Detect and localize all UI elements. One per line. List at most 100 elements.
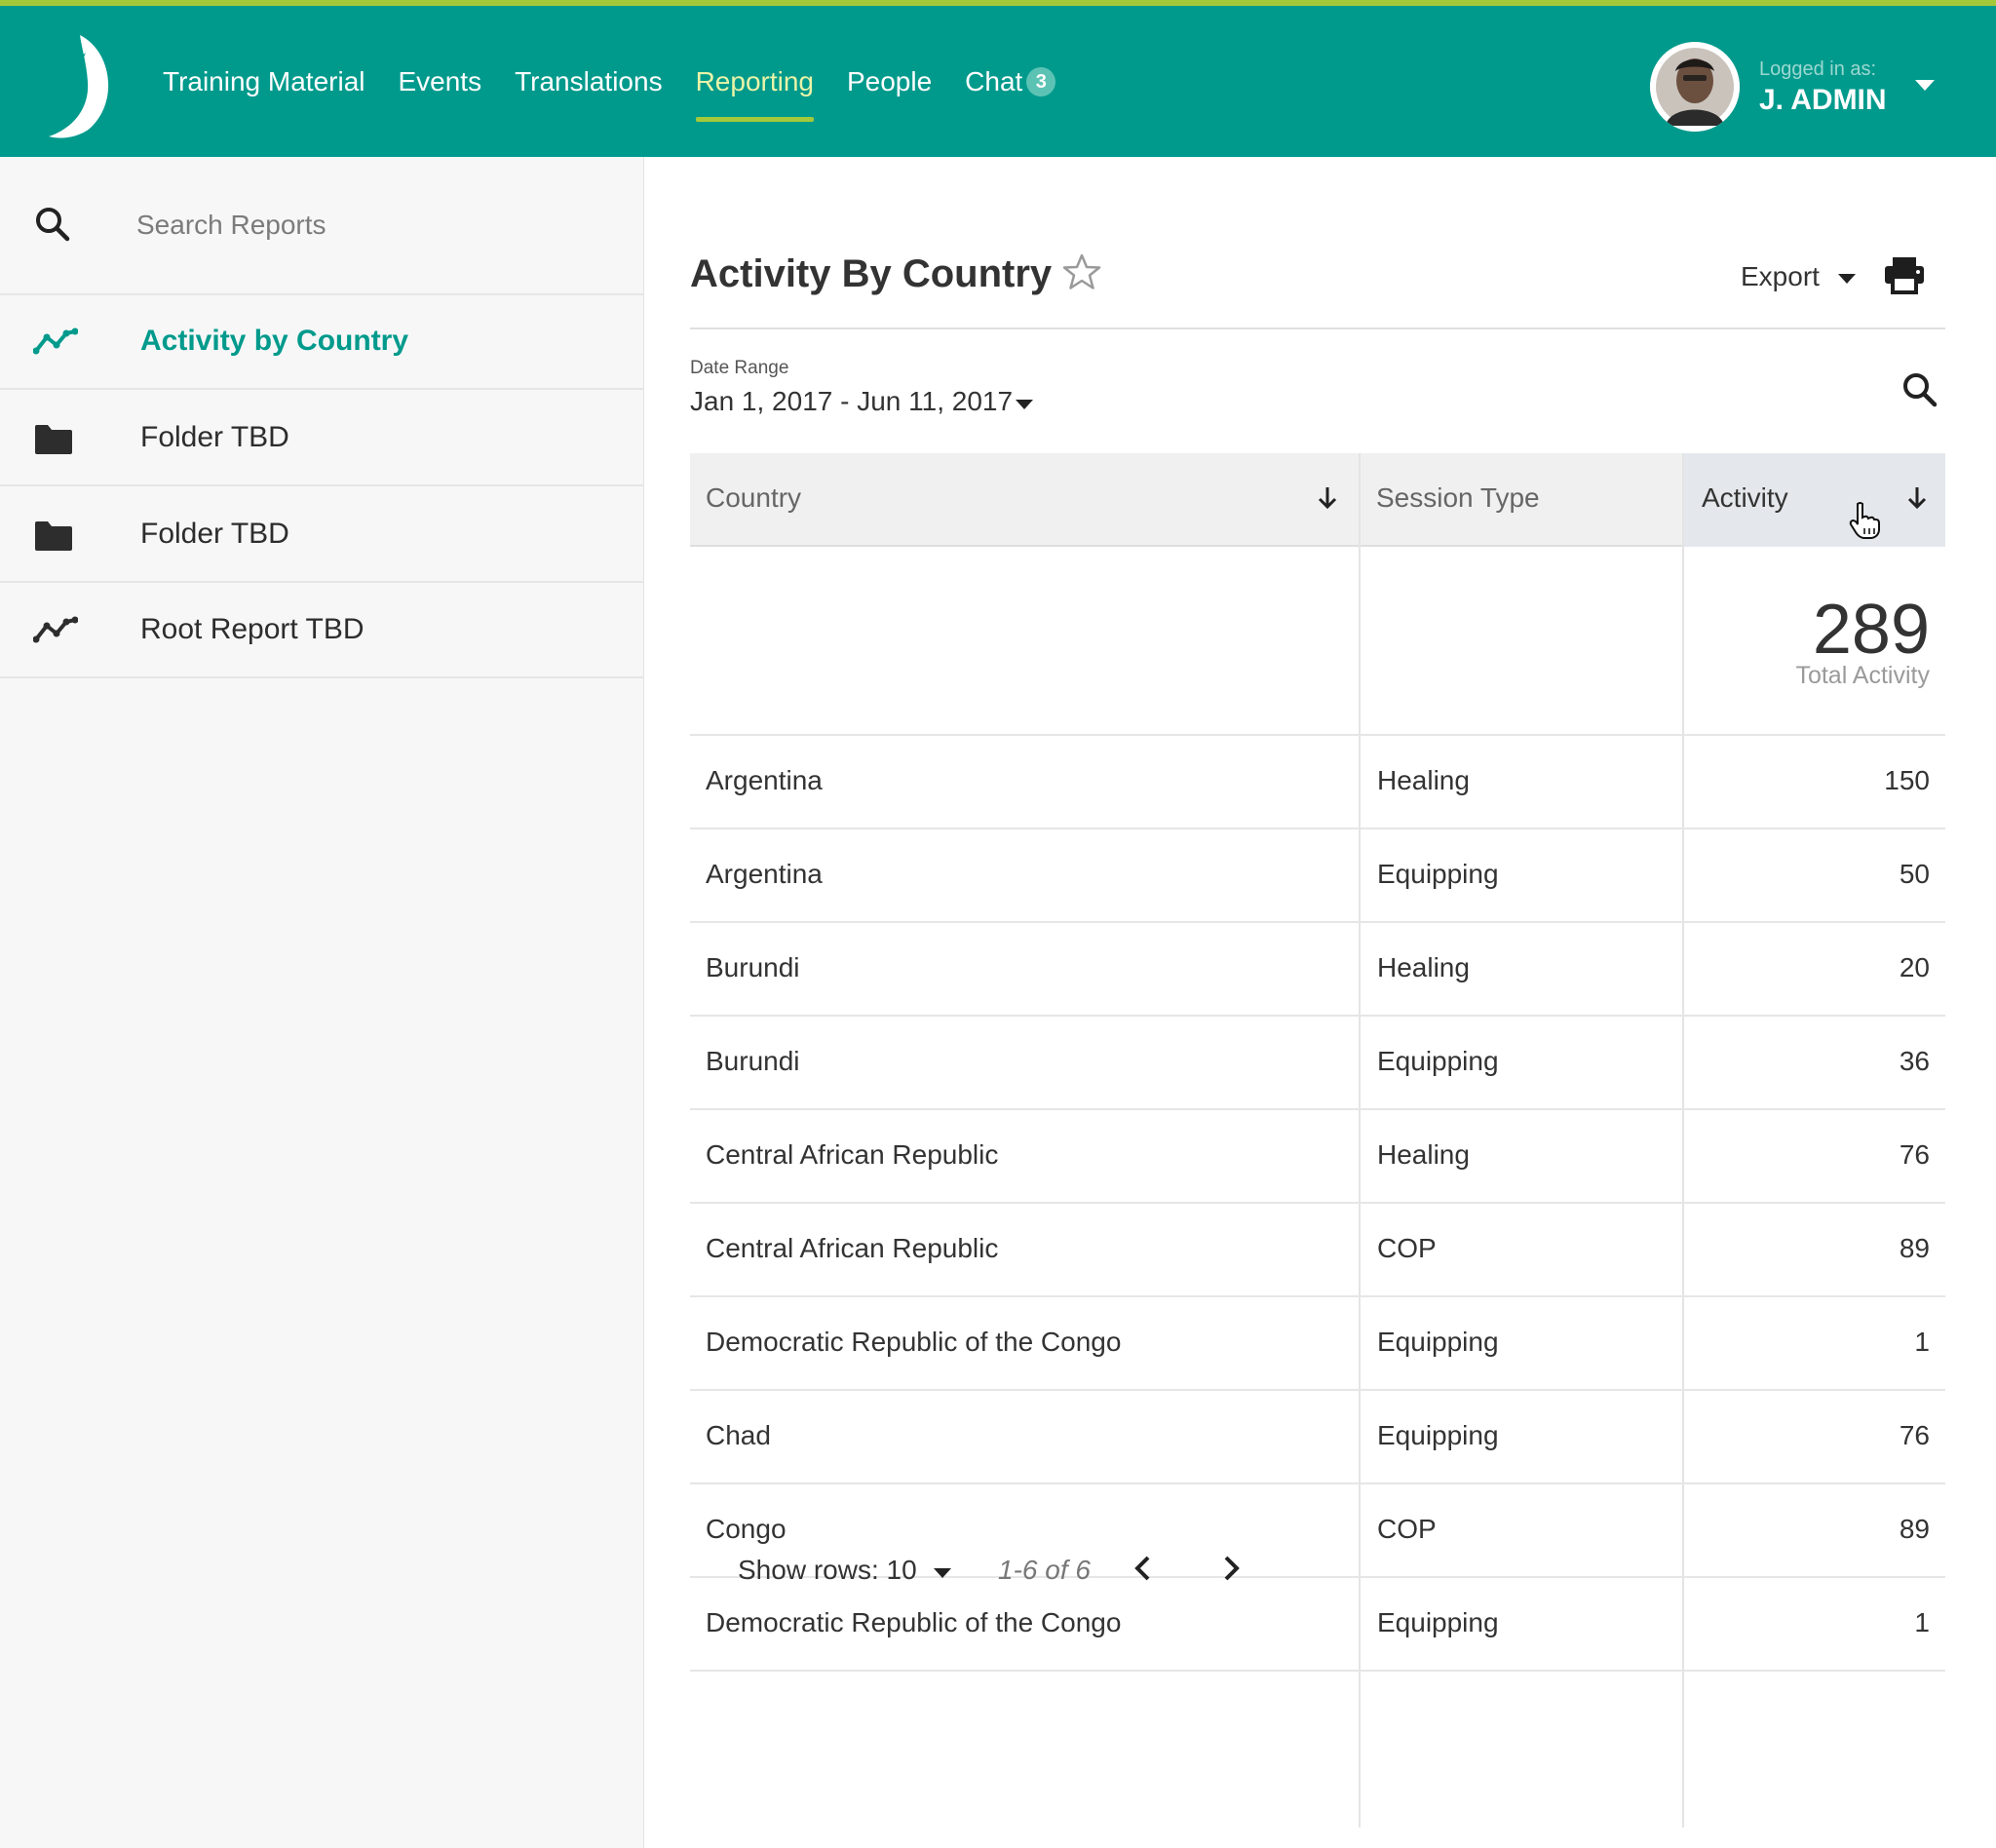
table-row[interactable]: Central African Republic Healing 76	[690, 1110, 1945, 1204]
avatar[interactable]	[1650, 42, 1740, 132]
cell-country: Democratic Republic of the Congo	[706, 1327, 1122, 1357]
report-search	[0, 157, 644, 295]
sidebar-item-label: Folder TBD	[140, 421, 289, 453]
export-button[interactable]: Export	[1741, 261, 1820, 292]
sidebar-item-root-report[interactable]: Root Report TBD	[0, 584, 644, 678]
cell-activity: 1	[1914, 1607, 1930, 1637]
cell-session-type: Healing	[1377, 765, 1470, 795]
column-header-country[interactable]: Country	[690, 453, 1360, 547]
arrow-down-icon[interactable]	[1317, 485, 1338, 511]
chart-line-icon	[33, 616, 78, 643]
main-nav: Training Material Events Translations Re…	[163, 6, 1089, 157]
chevron-down-icon[interactable]	[1838, 274, 1856, 284]
print-icon[interactable]	[1883, 255, 1926, 294]
table-row[interactable]: Democratic Republic of the Congo Equippi…	[690, 1297, 1945, 1391]
cell-country: Burundi	[706, 952, 800, 982]
cell-country: Central African Republic	[706, 1139, 999, 1170]
table-row[interactable]: Central African Republic COP 89	[690, 1204, 1945, 1297]
total-activity-label: Total Activity	[1795, 662, 1930, 689]
search-icon[interactable]	[1902, 372, 1938, 407]
column-header-activity[interactable]: Activity	[1684, 453, 1945, 547]
cell-country: Burundi	[706, 1046, 800, 1076]
sidebar-item-folder-2[interactable]: Folder TBD	[0, 488, 644, 583]
sidebar-item-activity-by-country[interactable]: Activity by Country	[0, 295, 644, 390]
table-header: Country Session Type Activity	[690, 453, 1945, 547]
table-row[interactable]: Chad Equipping 76	[690, 1391, 1945, 1484]
table-row[interactable]: Argentina Equipping 50	[690, 829, 1945, 923]
hand-cursor-icon	[1849, 502, 1880, 539]
nav-label: Training Material	[163, 65, 365, 96]
nav-events[interactable]: Events	[398, 6, 481, 157]
nav-chat[interactable]: Chat 3	[965, 6, 1056, 157]
cell-activity: 76	[1899, 1420, 1930, 1450]
cell-session-type: COP	[1377, 1233, 1437, 1263]
column-header-label: Session Type	[1376, 482, 1540, 513]
cell-activity: 50	[1899, 859, 1930, 889]
cell-session-type: Equipping	[1377, 1607, 1499, 1637]
nav-training-material[interactable]: Training Material	[163, 6, 365, 157]
sidebar-item-label: Activity by Country	[140, 325, 409, 357]
cell-country: Congo	[706, 1514, 787, 1544]
cell-country: Central African Republic	[706, 1233, 999, 1263]
cell-activity: 89	[1899, 1514, 1930, 1544]
table-row[interactable]: Democratic Republic of the Congo Equippi…	[690, 1578, 1945, 1672]
nav-reporting[interactable]: Reporting	[695, 6, 815, 157]
chat-unread-badge: 3	[1026, 66, 1056, 96]
page-title: Activity By Country	[690, 252, 1053, 295]
sidebar-item-label: Folder TBD	[140, 518, 289, 550]
cell-activity: 36	[1899, 1046, 1930, 1076]
show-rows-label: Show rows:	[738, 1555, 879, 1585]
cell-activity: 1	[1914, 1327, 1930, 1357]
nav-label: Events	[398, 65, 482, 96]
cell-session-type: COP	[1377, 1514, 1437, 1544]
chevron-down-icon[interactable]	[934, 1568, 951, 1578]
nav-translations[interactable]: Translations	[515, 6, 662, 157]
column-header-label: Activity	[1702, 482, 1788, 513]
report-sidebar: Activity by Country Folder TBD Folder TB…	[0, 157, 644, 1848]
chevron-right-icon[interactable]	[1218, 1554, 1244, 1583]
nav-label: Translations	[515, 65, 663, 96]
star-icon[interactable]	[1062, 252, 1101, 291]
show-rows-control[interactable]: Show rows: 10	[738, 1555, 917, 1586]
sidebar-item-label: Root Report TBD	[140, 613, 365, 645]
divider	[690, 327, 1945, 329]
search-icon	[36, 208, 70, 242]
cell-activity: 20	[1899, 952, 1930, 982]
date-range-label: Date Range	[690, 358, 789, 378]
chart-line-icon	[33, 327, 78, 355]
sidebar-item-folder-1[interactable]: Folder TBD	[0, 392, 644, 486]
column-header-label: Country	[706, 482, 802, 513]
cell-session-type: Healing	[1377, 952, 1470, 982]
avatar-image	[1650, 42, 1740, 132]
folder-icon	[35, 425, 72, 454]
logo-icon[interactable]	[43, 31, 117, 140]
user-menu[interactable]: Logged in as: J. ADMIN	[1650, 37, 1972, 133]
arrow-down-icon[interactable]	[1906, 485, 1928, 511]
date-range-picker[interactable]: Jan 1, 2017 - Jun 11, 2017	[690, 386, 1013, 417]
nav-people[interactable]: People	[847, 6, 932, 157]
column-header-session-type[interactable]: Session Type	[1361, 453, 1683, 547]
total-row: 289 Total Activity	[690, 547, 1945, 736]
cell-activity: 89	[1899, 1233, 1930, 1263]
table-row[interactable]: Burundi Equipping 36	[690, 1017, 1945, 1110]
search-reports-input[interactable]	[136, 206, 604, 245]
cell-activity: 76	[1899, 1139, 1930, 1170]
user-name: J. ADMIN	[1759, 84, 1887, 116]
table-row[interactable]: Argentina Healing 150	[690, 736, 1945, 829]
rows-per-page-value: 10	[886, 1555, 917, 1585]
total-activity-value: 289	[1812, 591, 1930, 669]
table-row[interactable]: Burundi Healing 20	[690, 923, 1945, 1017]
cell-session-type: Healing	[1377, 1139, 1470, 1170]
nav-label: Reporting	[695, 65, 814, 96]
chevron-down-icon[interactable]	[1915, 80, 1935, 91]
cell-country: Argentina	[706, 859, 823, 889]
chevron-down-icon[interactable]	[1016, 400, 1033, 409]
logged-in-label: Logged in as:	[1759, 58, 1877, 80]
cell-activity: 150	[1884, 765, 1930, 795]
chevron-left-icon[interactable]	[1131, 1554, 1156, 1583]
nav-label: Chat	[965, 65, 1023, 96]
cell-country: Chad	[706, 1420, 771, 1450]
top-navigation-bar: Training Material Events Translations Re…	[0, 0, 1996, 157]
cell-session-type: Equipping	[1377, 1046, 1499, 1076]
cell-session-type: Equipping	[1377, 859, 1499, 889]
